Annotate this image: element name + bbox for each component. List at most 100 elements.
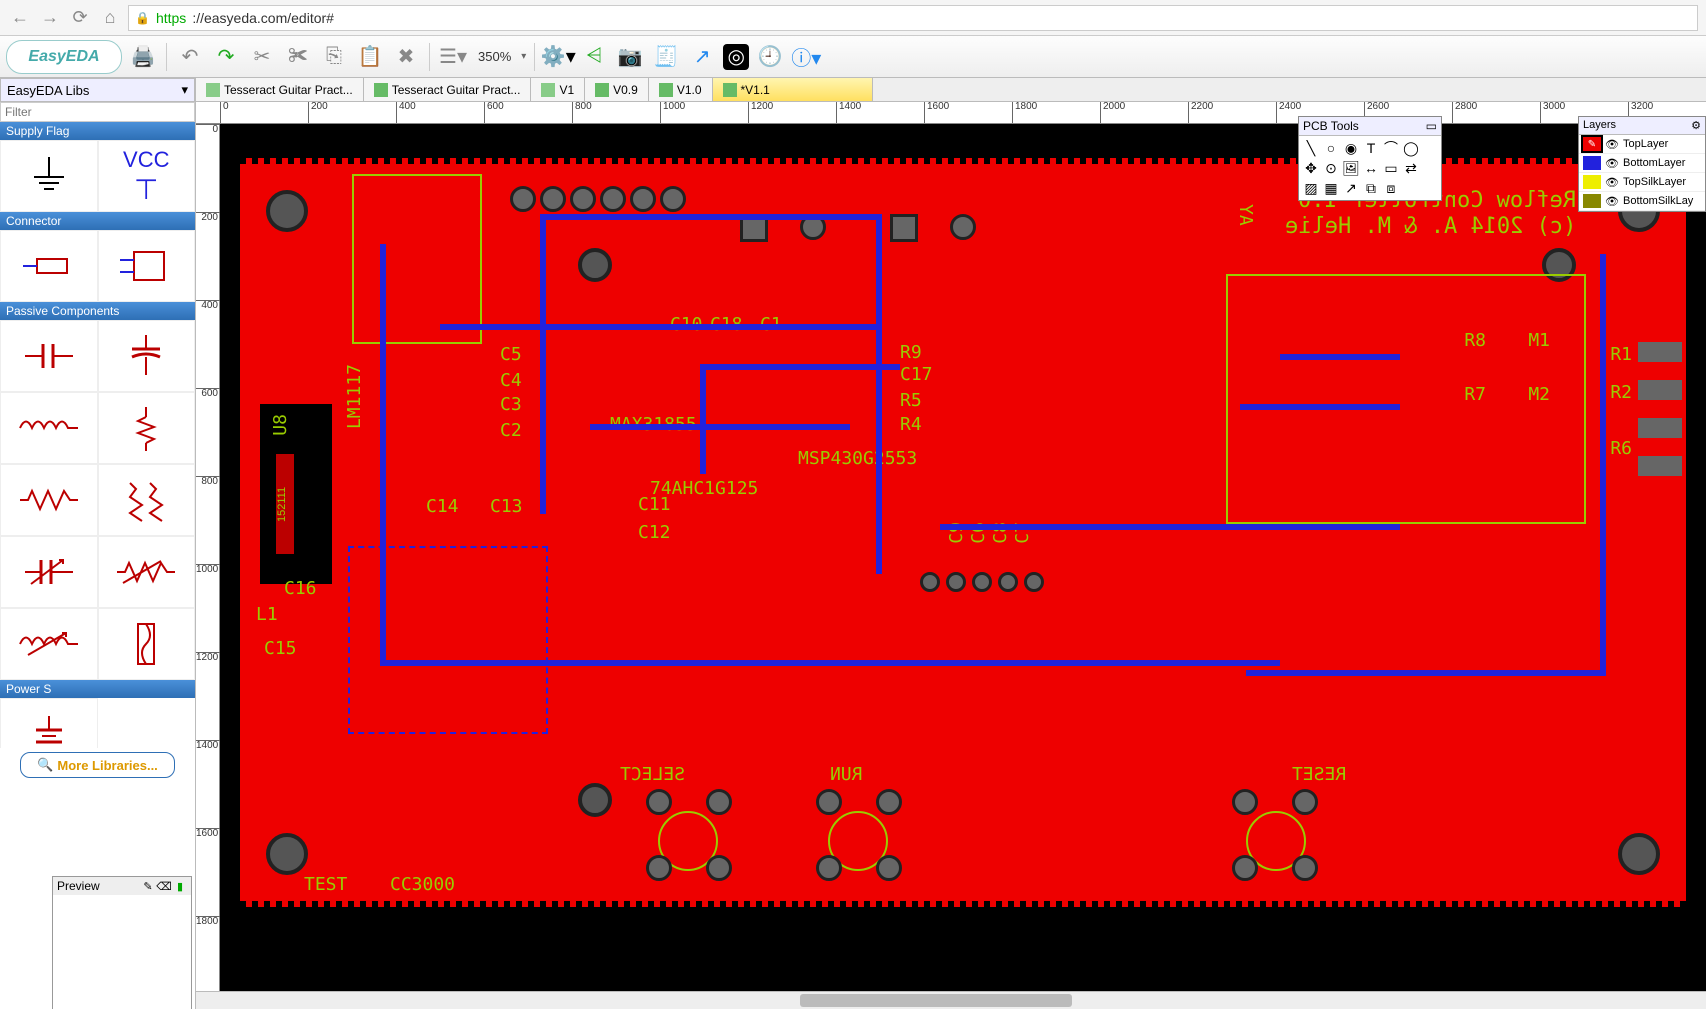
pcb-tools-panel[interactable]: PCB Tools▭ ╲ ○ ◉ T ⌒ ◯ ✥ ⊙ 🖼 ↔ ▭ ⇄ ▨ ▦ ↗… [1298, 116, 1442, 201]
tool-dimension-icon[interactable]: ↔ [1361, 158, 1381, 178]
horizontal-scrollbar[interactable] [196, 991, 1706, 1009]
tool-image-icon[interactable]: 🖼 [1341, 158, 1361, 178]
silk-u8: U8 [270, 414, 291, 436]
tool-via-icon[interactable]: ◉ [1341, 138, 1361, 158]
section-supply-flag[interactable]: Supply Flag [0, 122, 195, 140]
share-icon[interactable]: ⩤ [579, 42, 609, 72]
layer-bottom[interactable]: 👁 BottomLayer [1579, 154, 1705, 173]
tool-solid-icon[interactable]: ▦ [1321, 178, 1341, 198]
history-icon[interactable]: 🕘 [755, 42, 785, 72]
tab-v1[interactable]: V1 [531, 78, 585, 101]
layer-bottomsilk[interactable]: 👁 BottomSilkLay [1579, 192, 1705, 211]
tool-move-icon[interactable]: ✥ [1301, 158, 1321, 178]
trace [1600, 254, 1606, 674]
layer-color-swatch: ✎ [1583, 137, 1601, 151]
minimize-icon[interactable]: ▭ [1426, 119, 1437, 133]
delete-icon[interactable]: ⌫ [157, 879, 171, 893]
bom-icon[interactable]: 🧾 [651, 42, 681, 72]
tool-measure-icon[interactable]: ↗ [1341, 178, 1361, 198]
tool-rect-icon[interactable]: ▭ [1381, 158, 1401, 178]
component-pot[interactable] [98, 536, 196, 608]
browser-home-button[interactable]: ⌂ [98, 6, 122, 30]
layers-panel[interactable]: Layers⚙ ✎ 👁 TopLayer 👁 BottomLayer 👁 Top… [1578, 116, 1706, 212]
export-icon[interactable]: ↗ [687, 42, 717, 72]
camera-icon[interactable]: 📷 [615, 42, 645, 72]
browser-forward-button[interactable]: → [38, 6, 62, 30]
tool-copper-icon[interactable]: ▨ [1301, 178, 1321, 198]
tab-tesseract-1[interactable]: Tesseract Guitar Pract... [196, 78, 364, 101]
more-libraries-label: More Libraries... [57, 758, 157, 773]
zoom-value[interactable]: 350% [474, 49, 515, 64]
tool-hole-icon[interactable]: ⊙ [1321, 158, 1341, 178]
component-res-eu[interactable] [98, 392, 196, 464]
layer-topsilk[interactable]: 👁 TopSilkLayer [1579, 173, 1705, 192]
tool-circle-icon[interactable]: ◯ [1401, 138, 1421, 158]
browser-reload-button[interactable]: ⟳ [68, 6, 92, 30]
section-connector[interactable]: Connector [0, 212, 195, 230]
section-passive[interactable]: Passive Components [0, 302, 195, 320]
component-fuse[interactable] [98, 608, 196, 680]
scrollbar-thumb[interactable] [800, 994, 1072, 1007]
component-varcap[interactable] [0, 536, 98, 608]
redo-icon[interactable]: ↷ [211, 42, 241, 72]
component-cap-p[interactable] [98, 320, 196, 392]
pcb-canvas[interactable]: Reflow Controller 1.0 (c) 2014 A. & M. H… [220, 124, 1706, 991]
silk-c17: C17 [900, 364, 933, 385]
cut-icon[interactable]: ✂ [247, 42, 277, 72]
gear-icon[interactable]: ⚙ [1691, 119, 1701, 132]
component-res-us2[interactable] [98, 464, 196, 536]
pencil-icon[interactable]: ✎ [141, 879, 155, 893]
battery-icon[interactable]: ▮ [173, 879, 187, 893]
tool-pad-icon[interactable]: ○ [1321, 138, 1341, 158]
layer-name: BottomSilkLay [1623, 195, 1693, 207]
tool-connect-icon[interactable]: ⇄ [1401, 158, 1421, 178]
tool-text-icon[interactable]: T [1361, 138, 1381, 158]
component-conn-2[interactable] [98, 230, 196, 302]
tool-group-icon[interactable]: ⧉ [1361, 178, 1381, 198]
component-vcc[interactable]: VCC⊤ [98, 140, 196, 212]
eye-icon[interactable]: 👁 [1605, 138, 1619, 151]
app-logo[interactable]: EasyEDA [6, 40, 122, 74]
tool-track-icon[interactable]: ╲ [1301, 138, 1321, 158]
component-conn-1[interactable] [0, 230, 98, 302]
align-icon[interactable]: ☰▾ [438, 42, 468, 72]
tool-ungroup-icon[interactable]: ⧈ [1381, 178, 1401, 198]
delete-icon[interactable]: ✖ [391, 42, 421, 72]
more-libraries-button[interactable]: 🔍 More Libraries... [20, 752, 175, 778]
library-filter-input[interactable] [0, 102, 195, 122]
tool-arc-icon[interactable]: ⌒ [1381, 138, 1401, 158]
component-inductor[interactable] [0, 392, 98, 464]
pad [816, 855, 842, 881]
section-power[interactable]: Power S [0, 680, 195, 698]
tab-v10[interactable]: V1.0 [649, 78, 713, 101]
pad [876, 855, 902, 881]
library-sidebar: EasyEDA Libs ▾ Supply Flag VCC⊤ Connecto… [0, 78, 196, 1009]
tab-tesseract-2[interactable]: Tesseract Guitar Pract... [364, 78, 532, 101]
library-header[interactable]: EasyEDA Libs ▾ [0, 78, 195, 102]
component-gnd[interactable] [0, 140, 98, 212]
tab-v09[interactable]: V0.9 [585, 78, 649, 101]
component-res-us[interactable] [0, 464, 98, 536]
preview-panel[interactable]: Preview ✎ ⌫ ▮ ◢ [52, 876, 192, 1009]
component-cap-np[interactable] [0, 320, 98, 392]
component-varind[interactable] [0, 608, 98, 680]
print-icon[interactable]: 🖨️ [128, 42, 158, 72]
eye-icon[interactable]: 👁 [1605, 157, 1619, 170]
browser-back-button[interactable]: ← [8, 6, 32, 30]
trace [700, 364, 900, 474]
pad [510, 186, 536, 212]
copy-icon[interactable]: ⎘ [319, 42, 349, 72]
eye-icon[interactable]: 👁 [1605, 195, 1619, 208]
gear-icon[interactable]: ⚙️▾ [543, 42, 573, 72]
silk-c4: C4 [500, 370, 522, 391]
url-bar[interactable]: 🔒 https ://easyeda.com/editor# [128, 5, 1698, 31]
eye-icon[interactable]: 👁 [1605, 176, 1619, 189]
tab-v11[interactable]: *V1.1 [713, 78, 873, 101]
paste-icon[interactable]: 📋 [355, 42, 385, 72]
undo-icon[interactable]: ↶ [175, 42, 205, 72]
steam-icon[interactable]: ◎ [723, 44, 749, 70]
layer-top[interactable]: ✎ 👁 TopLayer [1579, 135, 1705, 154]
scissors-icon[interactable]: ✀ [283, 42, 313, 72]
info-icon[interactable]: ⓘ▾ [791, 42, 821, 72]
component-power-1[interactable] [0, 698, 98, 748]
